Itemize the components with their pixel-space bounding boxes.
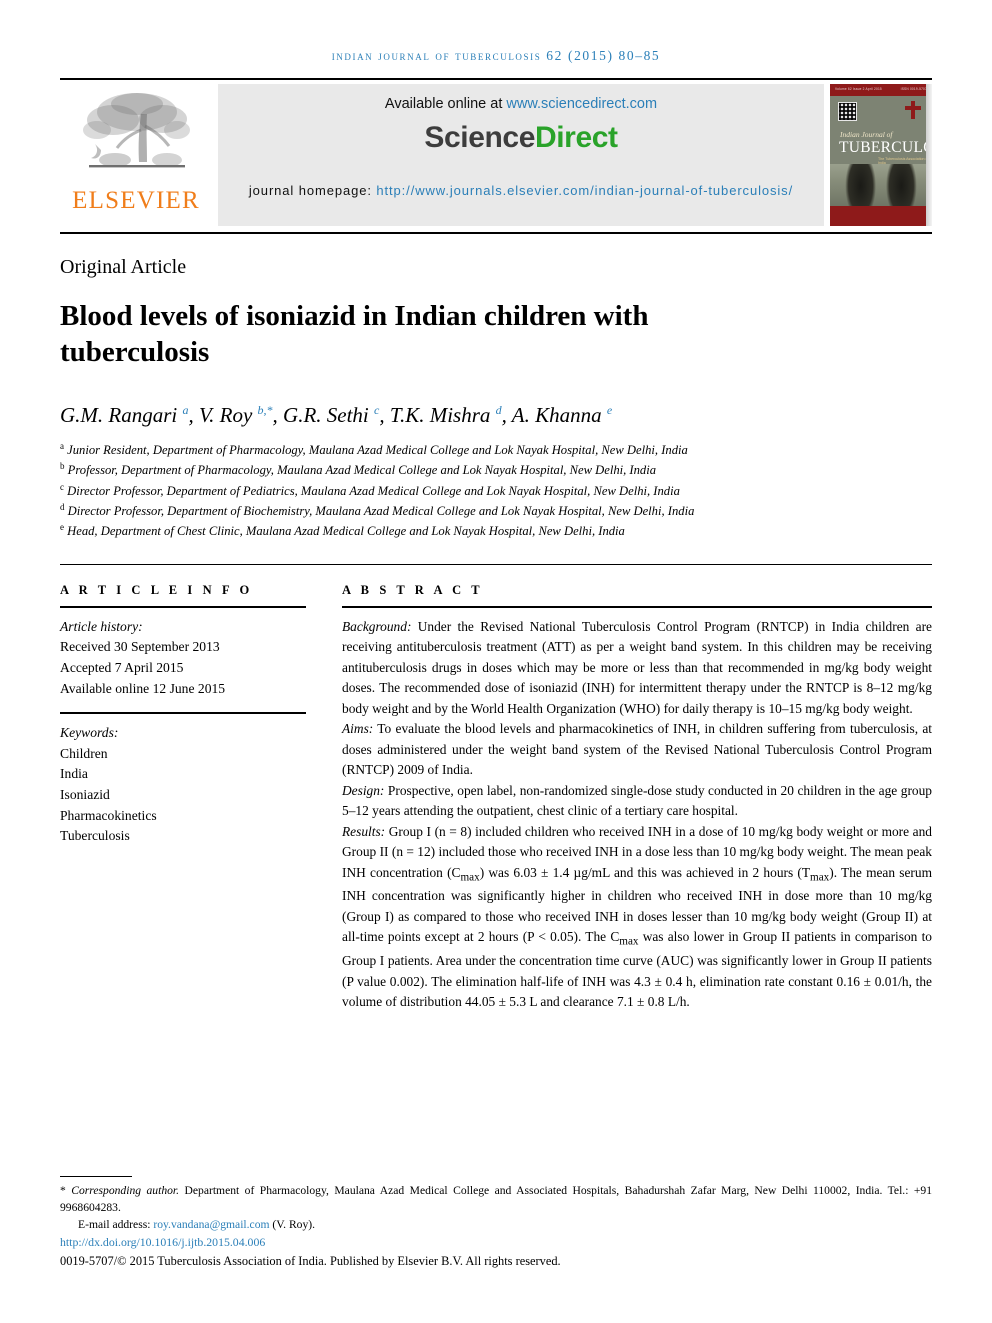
available-online-line: Available online at www.sciencedirect.co… [385,96,657,112]
footnote-rule [60,1175,132,1177]
abstract-text-background: Under the Revised National Tuberculosis … [342,618,932,716]
keyword-item: Pharmacokinetics [60,807,157,823]
elsevier-wordmark: ELSEVIER [72,187,200,214]
email-link[interactable]: roy.vandana@gmail.com [153,1218,269,1231]
rule-article-info [60,605,306,608]
journal-homepage-line: journal homepage: http://www.journals.el… [223,182,819,201]
abstract-lead-results: Results: [342,823,386,839]
history-item-available-online: Available online 12 June 2015 [60,680,226,696]
history-item-accepted: Accepted 7 April 2015 [60,659,184,675]
article-info-heading: A R T I C L E I N F O [60,582,253,597]
sciencedirect-wordmark-science: Science [424,121,535,154]
abstract-body: Background: Under the Revised National T… [342,617,932,1013]
author-list: G.M. Rangari a, V. Roy b,*, G.R. Sethi c… [60,402,613,427]
affiliation-item: c Director Professor, Department of Pedi… [60,481,932,501]
abstract-section-aims: Aims: To evaluate the blood levels and p… [342,719,932,781]
affiliation-list: a Junior Resident, Department of Pharmac… [60,440,932,542]
abstract-text-results: Group I (n = 8) included children who re… [342,823,932,1010]
cover-chest-xray-image [830,164,932,206]
abstract-section-background: Background: Under the Revised National T… [342,617,932,720]
sciencedirect-wordmark: ScienceDirect [424,121,618,155]
keyword-item: Isoniazid [60,787,110,803]
keywords-block: Keywords: Children India Isoniazid Pharm… [60,723,306,847]
keyword-item: Tuberculosis [60,828,130,844]
cover-title-main: TUBERCULOSIS [839,139,932,156]
affiliation-marker: e [60,522,64,533]
doi-link[interactable]: http://dx.doi.org/10.1016/j.ijtb.2015.04… [60,1234,932,1252]
affiliation-marker: c [60,481,64,492]
abstract-heading: A B S T R A C T [342,582,484,597]
abstract-lead-design: Design: [342,782,385,798]
affiliation-item: b Professor, Department of Pharmacology,… [60,460,932,480]
abstract-column: A B S T R A C T Background: Under the Re… [342,583,932,1013]
page-footer: * Corresponding author. Department of Ph… [60,1175,932,1271]
journal-homepage-label: journal homepage: [248,183,377,198]
email-label: E-mail address: [78,1218,154,1232]
cover-red-cross-icon [905,101,921,119]
article-info-column: A R T I C L E I N F O Article history: R… [60,583,306,1013]
abstract-section-results: Results: Group I (n = 8) included childr… [342,822,932,1013]
info-abstract-columns: A R T I C L E I N F O Article history: R… [60,583,932,1013]
sciencedirect-wordmark-direct: Direct [534,121,618,154]
sciencedirect-banner: Available online at www.sciencedirect.co… [218,84,824,226]
affiliation-text: Head, Department of Chest Clinic, Maulan… [67,524,625,539]
keyword-item: Children [60,745,108,761]
rule-below-affiliations [60,563,932,565]
cover-qr-code-icon [838,102,857,121]
page-title: Blood levels of isoniazid in Indian chil… [60,300,649,368]
affiliation-item: e Head, Department of Chest Clinic, Maul… [60,521,932,541]
abstract-text-design: Prospective, open label, non-randomized … [342,782,932,819]
copyright-line: 0019-5707/© 2015 Tuberculosis Associatio… [60,1254,561,1269]
article-history-label: Article history: [60,618,143,634]
abstract-lead-aims: Aims: [342,721,374,737]
cover-bottom-band [830,206,932,226]
cover-subtitle: The Tuberculosis Association of India [878,157,929,165]
article-type-kicker: Original Article [60,256,187,278]
abstract-section-design: Design: Prospective, open label, non-ran… [342,781,932,822]
abstract-lead-background: Background: [342,618,412,634]
affiliation-marker: a [60,440,64,451]
cover-issn-text: ISSN 0019-5707 [900,87,927,91]
journal-homepage-link[interactable]: http://www.journals.elsevier.com/indian-… [376,183,793,198]
elsevier-tree-icon [83,93,190,168]
article-page: INDIAN JOURNAL OF TUBERCULOSIS 62 (2015)… [0,0,992,1323]
corresponding-author-note: * Corresponding author. Department of Ph… [60,1182,932,1217]
affiliation-text: Professor, Department of Pharmacology, M… [67,463,657,478]
cover-top-band: Volume 62 Issue 2 April 2015 ISSN 0019-5… [830,84,932,96]
running-head: INDIAN JOURNAL OF TUBERCULOSIS 62 (2015)… [331,48,661,63]
available-online-label: Available online at [384,96,507,112]
affiliation-marker: d [60,501,65,512]
affiliation-text: Director Professor, Department of Bioche… [67,504,695,519]
keywords-label: Keywords: [60,725,119,741]
affiliation-marker: b [60,461,65,472]
rule-between-history-keywords [60,712,306,715]
rule-abstract [342,605,932,608]
cover-title-italic: Indian Journal of [840,130,893,139]
affiliation-text: Junior Resident, Department of Pharmacol… [67,443,688,458]
affiliation-text: Director Professor, Department of Pediat… [67,483,680,498]
abstract-text-aims: To evaluate the blood levels and pharmac… [342,721,932,778]
journal-cover-thumbnail: Volume 62 Issue 2 April 2015 ISSN 0019-5… [830,84,932,226]
corresponding-author-marker: * [60,1183,66,1197]
affiliation-item: a Junior Resident, Department of Pharmac… [60,440,932,460]
history-item-received: Received 30 September 2013 [60,639,220,655]
email-line: E-mail address: roy.vandana@gmail.com (V… [60,1216,932,1233]
cover-spine [926,84,932,226]
elsevier-logo: ELSEVIER [60,80,212,232]
affiliation-item: d Director Professor, Department of Bioc… [60,501,932,521]
corresponding-author-address: Department of Pharmacology, Maulana Azad… [60,1183,933,1214]
masthead: ELSEVIER Available online at www.science… [60,80,932,232]
article-history-block: Article history: Received 30 September 2… [60,617,306,700]
corresponding-author-label: Corresponding author. [71,1183,180,1197]
email-owner: (V. Roy). [269,1218,316,1232]
cover-volume-text: Volume 62 Issue 2 April 2015 [835,87,882,91]
sciencedirect-url-link[interactable]: www.sciencedirect.com [506,96,657,112]
rule-below-masthead [60,232,932,234]
keyword-item: India [60,766,88,782]
